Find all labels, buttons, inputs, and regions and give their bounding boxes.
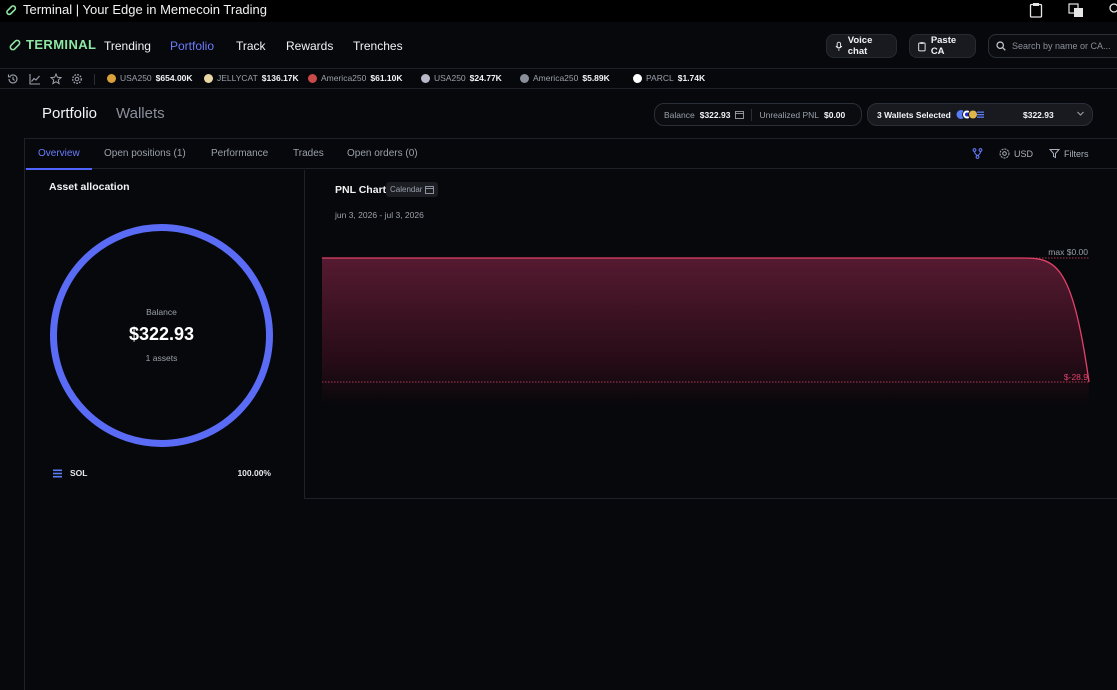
wallets-value: $322.93	[1023, 109, 1054, 120]
unrealized-pnl-label: Unrealized PNL	[759, 109, 819, 120]
donut-center-value: $322.93	[128, 324, 195, 344]
clipboard-icon	[918, 41, 926, 51]
currency-toggle[interactable]: USD	[999, 148, 1033, 159]
terminal-logo[interactable]: TERMINAL	[8, 37, 96, 52]
ticker-name: JELLYCAT	[217, 73, 258, 83]
wallets-selected-label: 3 Wallets Selected	[877, 109, 951, 120]
portfolio-tabs: Overview Open positions (1) Performance …	[24, 139, 1117, 169]
ticker-value: $1.74K	[677, 73, 706, 83]
nav-track[interactable]: Track	[236, 39, 266, 53]
top-nav: TERMINAL Trending Portfolio Track Reward…	[0, 22, 1117, 68]
paste-ca-label: Paste CA	[930, 35, 957, 57]
paste-ca-button[interactable]: Paste CA	[909, 34, 976, 58]
logo-text: TERMINAL	[26, 37, 97, 52]
flag-icon	[308, 73, 317, 83]
translate-icon[interactable]	[1068, 2, 1084, 18]
ticker-bar: USA250 $654.00K JELLYCAT $136.17K Americ…	[0, 68, 1117, 89]
search-icon	[996, 41, 1006, 51]
donut-center-sub: 1 assets	[145, 353, 178, 363]
currency-icon	[999, 148, 1010, 159]
history-icon[interactable]	[7, 73, 19, 85]
pnl-max-label: max $0.00	[1048, 247, 1088, 257]
account-icon[interactable]	[1106, 2, 1117, 18]
ticker-item[interactable]: USA250 $24.77K	[421, 73, 502, 83]
legend-asset-pct: 100.00%	[237, 468, 271, 478]
ticker-value: $24.77K	[469, 73, 502, 83]
balance-value: $322.93	[699, 109, 731, 120]
token-icon	[204, 73, 213, 83]
donut-center-label: Balance	[146, 307, 177, 317]
window-title-bar: Terminal | Your Edge in Memecoin Trading	[0, 0, 1117, 22]
token-icon	[520, 73, 529, 83]
search-box[interactable]	[988, 34, 1117, 58]
calendar-toggle[interactable]: Calendar	[386, 182, 439, 197]
settings-icon[interactable]	[71, 73, 83, 85]
ticker-item[interactable]: PARCL $1.74K	[633, 73, 705, 83]
clipboard-icon[interactable]	[1028, 2, 1044, 18]
calendar-icon[interactable]	[735, 110, 745, 119]
nav-portfolio[interactable]: Portfolio	[170, 39, 214, 53]
filters-label: Filters	[1064, 148, 1089, 159]
voice-chat-label: Voice chat	[847, 35, 873, 57]
wallet-avatars-icon	[956, 109, 984, 120]
tab-trades[interactable]: Trades	[293, 148, 324, 159]
token-icon	[107, 73, 116, 83]
filters-button[interactable]: Filters	[1049, 148, 1089, 159]
ticker-name: USA250	[120, 73, 152, 83]
window-title: Terminal | Your Edge in Memecoin Trading	[23, 2, 268, 17]
wallet-selector[interactable]: 3 Wallets Selected $322.93	[867, 103, 1093, 126]
nav-rewards[interactable]: Rewards	[286, 39, 333, 53]
ticker-item[interactable]: America250 $5.89K	[520, 73, 610, 83]
ticker-name: PARCL	[646, 73, 674, 83]
nav-trending[interactable]: Trending	[104, 39, 151, 53]
split-icon[interactable]	[972, 148, 983, 159]
ticker-item[interactable]: JELLYCAT $136.17K	[204, 73, 299, 83]
page-title-wallets[interactable]: Wallets	[116, 105, 165, 122]
pnl-area-fill	[322, 258, 1089, 405]
calendar-icon	[425, 186, 435, 194]
chart-line-icon[interactable]	[29, 73, 41, 85]
microphone-icon	[835, 41, 843, 51]
allocation-legend-item[interactable]: SOL 100.00%	[53, 468, 273, 480]
ticker-value: $61.10K	[370, 73, 403, 83]
ticker-divider	[94, 74, 95, 85]
pnl-chart-title: PNL Chart	[335, 184, 387, 196]
tab-overview[interactable]: Overview	[38, 148, 80, 159]
pill-logo-icon	[9, 39, 21, 50]
tab-performance[interactable]: Performance	[211, 148, 268, 159]
pnl-min-label: $-28.9	[1064, 372, 1088, 382]
balance-label: Balance	[664, 109, 695, 120]
tab-open-orders[interactable]: Open orders (0)	[347, 148, 418, 159]
ticker-name: America250	[321, 73, 367, 83]
sol-token-icon	[53, 469, 62, 478]
balance-summary: Balance $322.93 Unrealized PNL $0.00	[654, 103, 862, 126]
nav-trenches[interactable]: Trenches	[353, 39, 403, 53]
pnl-area-chart[interactable]: max $0.00 $-28.9	[322, 240, 1117, 420]
legend-asset-name: SOL	[70, 468, 88, 478]
calendar-label: Calendar	[390, 185, 423, 194]
token-icon	[633, 73, 642, 83]
chevron-down-icon	[1077, 111, 1084, 116]
divider	[751, 108, 753, 121]
voice-chat-button[interactable]: Voice chat	[826, 34, 897, 58]
ticker-value: $654.00K	[155, 73, 193, 83]
asset-allocation-title: Asset allocation	[49, 181, 130, 193]
ticker-item[interactable]: America250 $61.10K	[308, 73, 403, 83]
tab-open-positions[interactable]: Open positions (1)	[104, 148, 186, 159]
currency-label: USD	[1014, 148, 1034, 159]
ticker-value: $5.89K	[582, 73, 610, 83]
token-icon	[421, 73, 430, 83]
ticker-name: USA250	[434, 73, 466, 83]
search-input[interactable]	[1012, 41, 1112, 51]
star-icon[interactable]	[50, 73, 62, 85]
filter-icon	[1049, 149, 1060, 159]
ticker-name: America250	[533, 73, 579, 83]
active-tab-indicator	[26, 168, 92, 170]
terminal-app-icon	[6, 5, 17, 16]
unrealized-pnl-value: $0.00	[823, 109, 846, 120]
pnl-date-range: jun 3, 2026 - jul 3, 2026	[335, 210, 424, 220]
ticker-item[interactable]: USA250 $654.00K	[107, 73, 193, 83]
page-title-portfolio[interactable]: Portfolio	[42, 105, 97, 122]
ticker-value: $136.17K	[261, 73, 299, 83]
